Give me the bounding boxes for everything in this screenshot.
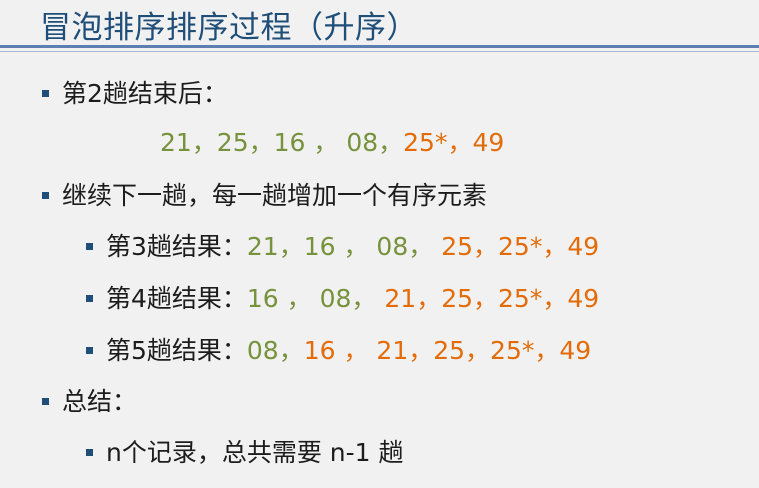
- title-underline: [0, 45, 759, 48]
- title-underline-thin: [0, 51, 759, 52]
- pass4-green: 16 ， 08，: [246, 284, 377, 313]
- pass4-label: 第4趟结果：: [106, 284, 247, 313]
- pass2-seq-orange-d: 49: [472, 128, 505, 157]
- bullet-summary: 总结：: [42, 386, 137, 418]
- bullet-continue: 继续下一趟，每一趟增加一个有序元素: [42, 180, 487, 212]
- summary-label: 总结：: [62, 387, 138, 416]
- square-bullet-icon: [86, 448, 93, 456]
- continue-label: 继续下一趟，每一趟增加一个有序元素: [62, 181, 488, 210]
- square-bullet-icon: [42, 89, 49, 97]
- pass3-label: 第3趟结果：: [106, 232, 247, 261]
- pass2-label: 第2趟结束后：: [62, 79, 228, 108]
- bullet-pass2: 第2趟结束后：: [42, 78, 228, 110]
- square-bullet-icon: [42, 397, 49, 405]
- square-bullet-icon: [86, 346, 93, 354]
- pass5-green: 08，: [246, 336, 304, 365]
- slide-title: 冒泡排序排序过程（升序）: [40, 10, 418, 46]
- pass2-seq-orange-c: 25*，: [403, 128, 473, 157]
- sub-bullet-pass5: 第5趟结果：08，16 ， 21，25，25*，49: [86, 335, 591, 367]
- pass2-seq-green-b: 08，: [346, 128, 404, 157]
- pass2-seq-green-a: 21，25，16 ，: [160, 128, 339, 157]
- pass4-orange: 21，25，25*，49: [384, 284, 600, 313]
- pass3-green: 21，16 ， 08，: [246, 232, 434, 261]
- sub-bullet-pass3: 第3趟结果：21，16 ， 08， 25，25*，49: [86, 231, 599, 263]
- pass3-orange: 25，25*，49: [441, 232, 600, 261]
- square-bullet-icon: [86, 294, 93, 302]
- sub-bullet-pass4: 第4趟结果：16 ， 08， 21，25，25*，49: [86, 283, 599, 315]
- square-bullet-icon: [86, 242, 93, 250]
- sub-bullet-summary: n个记录，总共需要 n-1 趟: [86, 437, 404, 469]
- pass2-sequence: 21，25，16 ， 08，25*，49: [160, 127, 504, 159]
- summary-item: n个记录，总共需要 n-1 趟: [106, 438, 404, 467]
- pass5-label: 第5趟结果：: [106, 336, 247, 365]
- square-bullet-icon: [42, 191, 49, 199]
- pass5-orange: 16 ， 21，25，25*，49: [303, 336, 592, 365]
